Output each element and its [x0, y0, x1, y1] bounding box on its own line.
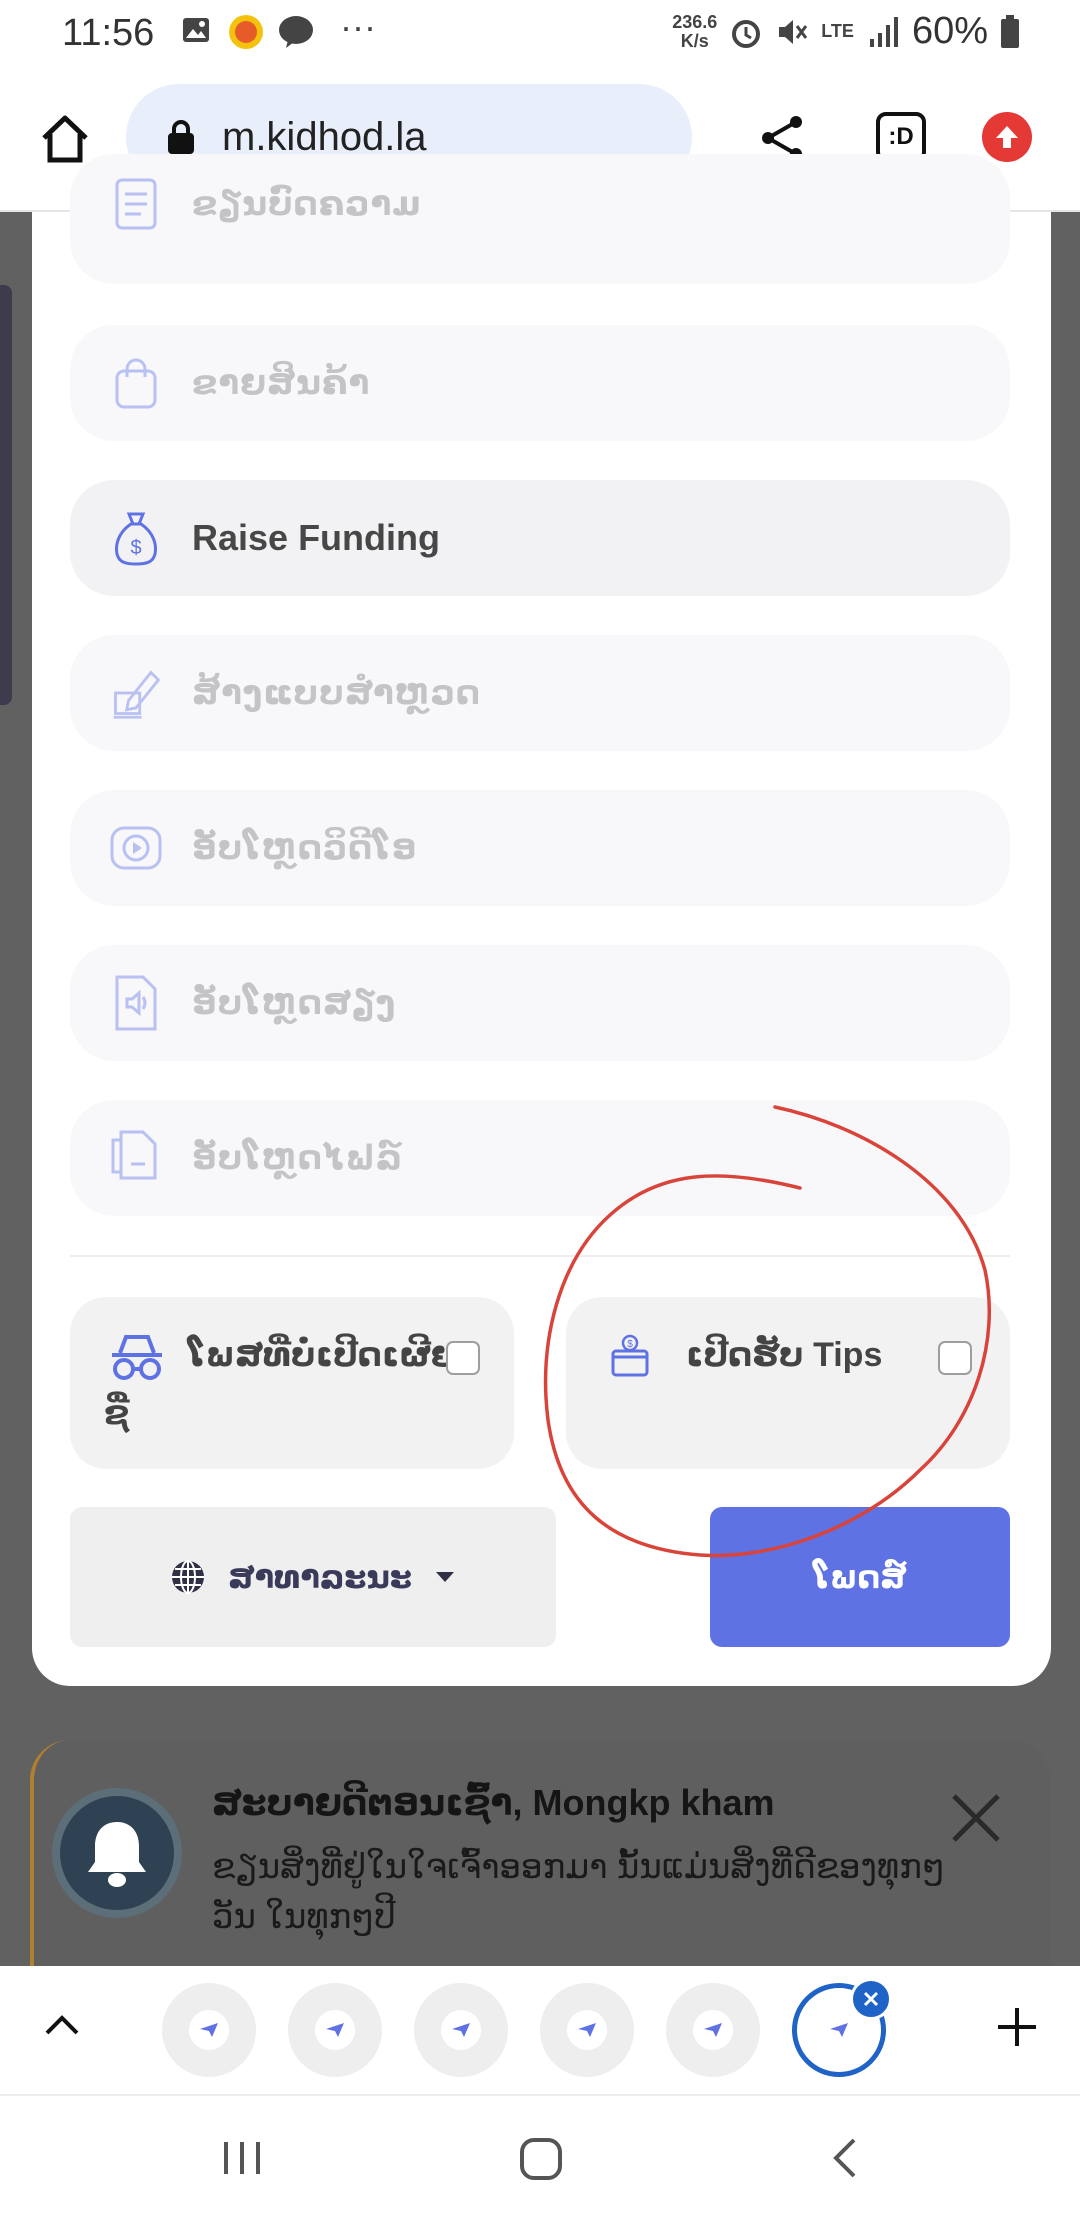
- option-label: ອັບໂຫຼດວິດີໂອ: [192, 829, 418, 867]
- battery-icon: [1001, 14, 1019, 48]
- option-label: ສ້າງແບບສຳຫຼວດ: [192, 674, 482, 712]
- upload-icon[interactable]: [982, 112, 1032, 162]
- post-button[interactable]: ໂພດສ໌: [710, 1507, 1010, 1647]
- audio-file-icon: [108, 975, 164, 1031]
- line-app-icon: [279, 16, 313, 48]
- close-tab-icon[interactable]: [850, 1978, 892, 2020]
- alarm-icon: [732, 19, 761, 48]
- mute-icon: [779, 19, 808, 44]
- net-speed: 236.6 K/s: [672, 11, 718, 51]
- option-sell-product[interactable]: ຂາຍສິນຄ້າ: [70, 325, 1010, 441]
- status-bar: 11:56 ··· 236.6 K/s LTE 60%: [0, 0, 1080, 68]
- notification-title: ສະບາຍດີຕອນເຊົ້າ, Mongkp kham: [212, 1782, 775, 1823]
- network-type: LTE: [821, 21, 854, 41]
- option-write-article[interactable]: ຂຽນບົດຄວາມ: [70, 154, 1010, 284]
- option-upload-video[interactable]: ອັບໂຫຼດວິດີໂອ: [70, 790, 1010, 906]
- caret-down-icon: [435, 1572, 454, 1582]
- edit-survey-icon: [108, 665, 164, 721]
- yes-app-icon: [229, 15, 263, 49]
- svg-text:$: $: [130, 537, 141, 559]
- tab-thumbnail[interactable]: [666, 1983, 760, 2077]
- option-label: Raise Funding: [192, 517, 441, 558]
- file-icon: [108, 1130, 164, 1186]
- gallery-icon: [183, 18, 209, 42]
- anonymous-post-toggle[interactable]: ໂພສທີ່ບໍ່ເປີດເຜີຍ ຊື່: [70, 1297, 514, 1469]
- more-notifications-icon: ···: [340, 6, 376, 47]
- anonymous-label-line2: ຊື່: [104, 1394, 130, 1432]
- url-text: m.kidhod.la: [222, 114, 427, 159]
- anonymous-label-line1: ໂພສທີ່ບໍ່ເປີດເຜີຍ: [188, 1336, 457, 1374]
- tab-thumbnail[interactable]: [540, 1983, 634, 2077]
- signal-icon: [869, 16, 898, 47]
- option-label: ອັບໂຫຼດໄຟລ໌: [192, 1139, 404, 1177]
- plus-icon[interactable]: [996, 2006, 1038, 2048]
- lock-icon: [168, 120, 194, 154]
- tips-label: ເປີດຮັບ Tips: [686, 1336, 883, 1374]
- tips-checkbox[interactable]: [938, 1341, 972, 1375]
- tip-jar-icon: $: [611, 1334, 649, 1377]
- option-label: ອັບໂຫຼດສຽງ: [192, 984, 397, 1022]
- status-time: 11:56: [62, 12, 155, 54]
- create-post-modal: ຂຽນບົດຄວາມ ຂາຍສິນຄ້າ $ Raise Funding ສ້າ…: [32, 154, 1051, 1686]
- notification-bell-button[interactable]: [52, 1788, 182, 1918]
- divider: [70, 1255, 1010, 1257]
- recent-apps-icon[interactable]: [220, 2136, 264, 2180]
- option-raise-funding[interactable]: $ Raise Funding: [70, 480, 1010, 596]
- svg-text:$: $: [627, 1339, 633, 1350]
- tab-strip: [0, 1966, 1080, 2094]
- system-nav-bar: [0, 2094, 1080, 2220]
- option-create-survey[interactable]: ສ້າງແບບສຳຫຼວດ: [70, 635, 1010, 751]
- net-speed-value: 236.6: [672, 11, 718, 32]
- side-edge-bar: [0, 285, 12, 705]
- chevron-up-icon[interactable]: [44, 2014, 80, 2036]
- anonymous-checkbox[interactable]: [446, 1341, 480, 1375]
- bell-icon: [88, 1822, 146, 1887]
- tab-thumbnail[interactable]: [162, 1983, 256, 2077]
- back-icon[interactable]: [830, 2136, 860, 2180]
- document-icon: [108, 176, 164, 232]
- privacy-dropdown[interactable]: ສາທາລະນະ: [70, 1507, 556, 1647]
- privacy-selected: ສາທາລະນະ: [228, 1559, 412, 1595]
- close-icon[interactable]: [950, 1792, 1002, 1844]
- globe-icon: [172, 1560, 205, 1594]
- money-bag-icon: $: [108, 510, 164, 566]
- tips-toggle[interactable]: $ ເປີດຮັບ Tips: [566, 1297, 1010, 1469]
- greeting-notification: ສະບາຍດີຕອນເຊົ້າ, Mongkp kham ຂຽນສິ່ງທີ່ຢ…: [30, 1740, 1050, 1970]
- home-icon[interactable]: [38, 112, 92, 166]
- video-icon: [108, 820, 164, 876]
- tab-thumbnail[interactable]: [414, 1983, 508, 2077]
- battery-percent: 60%: [911, 10, 988, 52]
- tab-thumbnail[interactable]: [288, 1983, 382, 2077]
- option-upload-file[interactable]: ອັບໂຫຼດໄຟລ໌: [70, 1100, 1010, 1216]
- notification-body: ຂຽນສິ່ງທີ່ຢູ່ໃນໃຈເຈົ້າອອກມາ ນັ້ນແມ່ນສິ່ງ…: [212, 1848, 945, 1936]
- shopping-bag-icon: [108, 355, 164, 411]
- option-label: ຂຽນບົດຄວາມ: [192, 185, 422, 223]
- incognito-icon: [112, 1335, 162, 1380]
- option-label: ຂາຍສິນຄ້າ: [192, 364, 371, 402]
- net-speed-unit: K/s: [680, 30, 709, 51]
- home-nav-icon[interactable]: [518, 2136, 564, 2182]
- option-upload-audio[interactable]: ອັບໂຫຼດສຽງ: [70, 945, 1010, 1061]
